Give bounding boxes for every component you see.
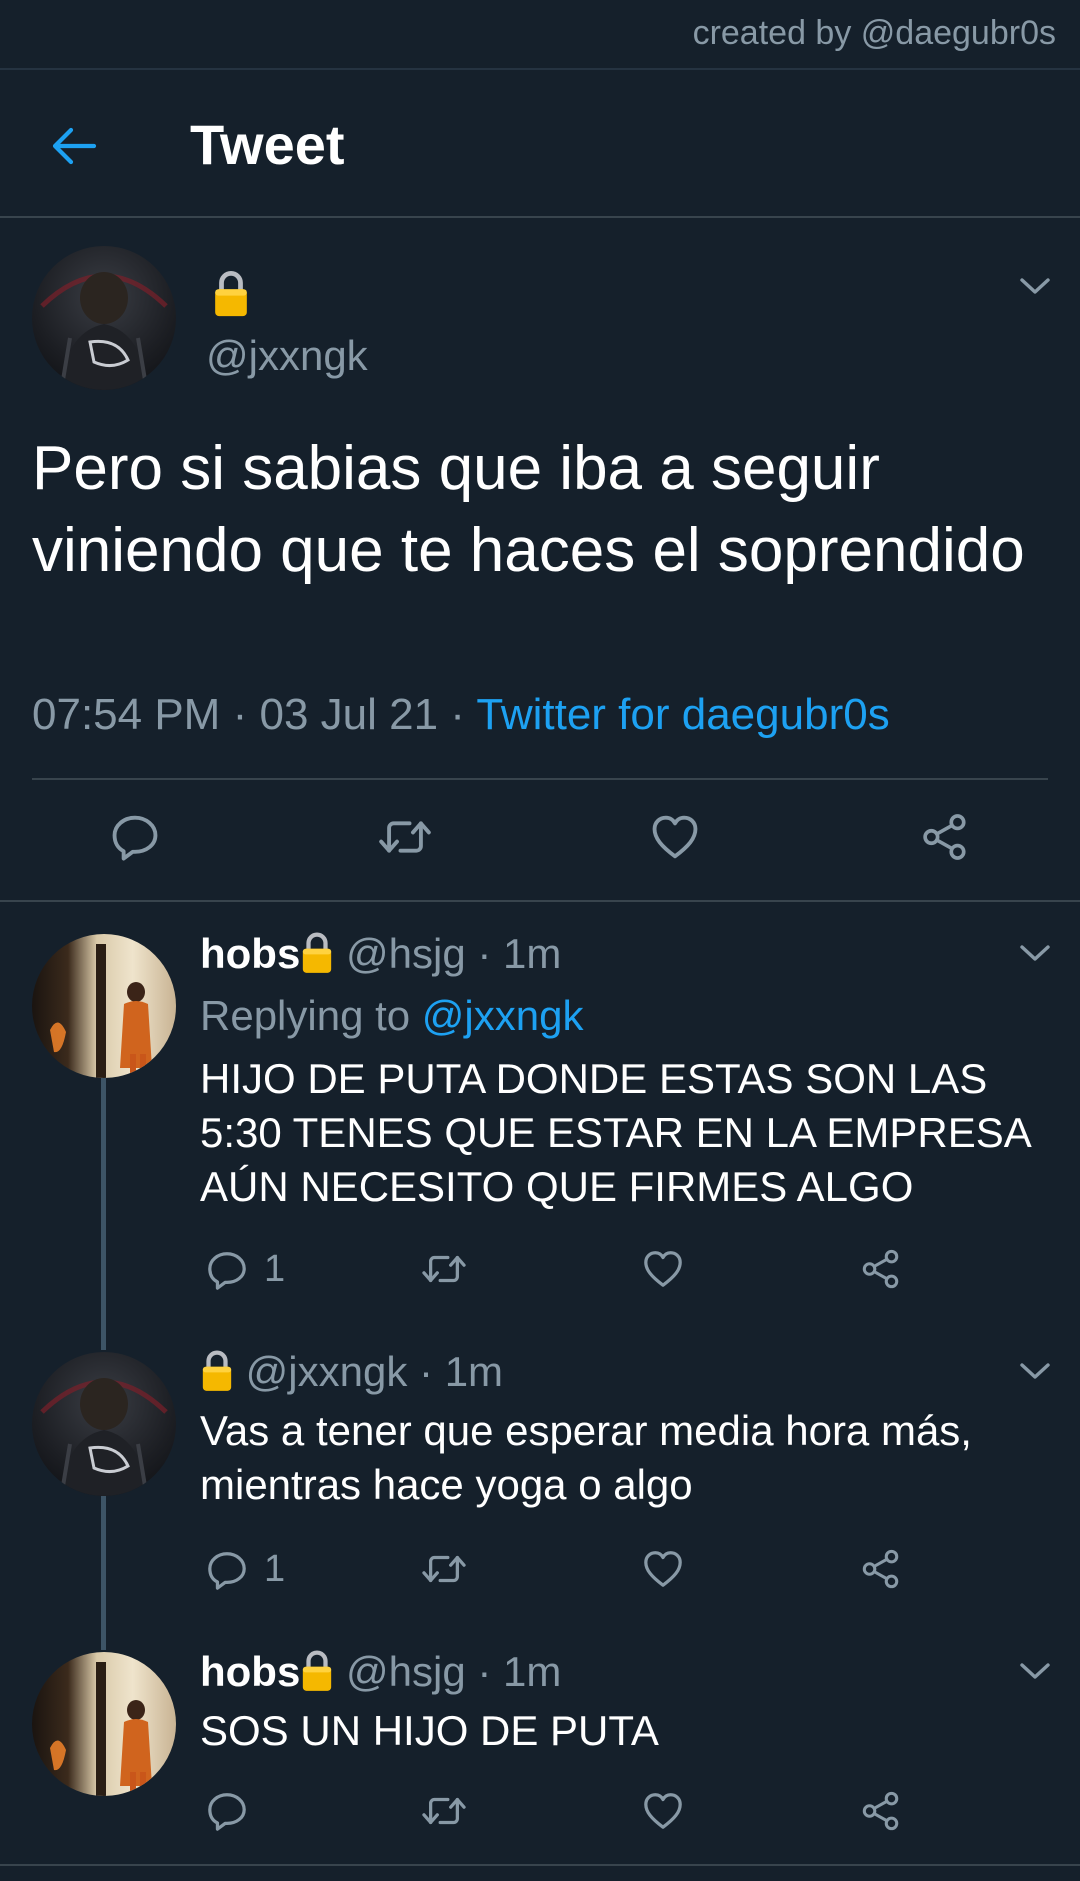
retweet-icon: [420, 1548, 468, 1590]
header-divider: [0, 216, 1080, 218]
tweet-age: 1m: [503, 1648, 562, 1695]
display-name[interactable]: hobs: [200, 930, 300, 977]
retweet-button[interactable]: [420, 1548, 468, 1590]
reply-header: @jxxngk · 1m: [200, 1348, 503, 1396]
section-divider: [0, 900, 1080, 902]
meta-separator: ·: [477, 930, 492, 977]
lock-icon: [200, 1349, 234, 1393]
reply-text: Vas a tener que esperar media hora más, …: [200, 1407, 972, 1508]
share-button[interactable]: [920, 812, 970, 862]
like-button[interactable]: [650, 812, 700, 862]
retweet-icon: [420, 1790, 468, 1832]
chevron-down-icon[interactable]: [1018, 275, 1052, 297]
avatar[interactable]: [32, 246, 176, 390]
like-icon: [650, 812, 700, 862]
reply-button[interactable]: 1: [206, 1248, 285, 1291]
share-button[interactable]: [860, 1790, 902, 1832]
back-arrow-icon: [52, 127, 97, 165]
tweet-date: 03 Jul 21: [259, 690, 439, 739]
share-icon: [860, 1248, 902, 1290]
reply-button[interactable]: [206, 1790, 248, 1832]
share-button[interactable]: [860, 1548, 902, 1590]
avatar[interactable]: [32, 934, 176, 1078]
main-tweet-text: Pero si sabias que iba a seguir viniendo…: [32, 434, 1025, 585]
replying-handle-link[interactable]: @jxxngk: [422, 992, 584, 1039]
reply-count: 1: [264, 1548, 286, 1590]
like-button[interactable]: [642, 1248, 684, 1290]
like-icon: [642, 1790, 684, 1832]
reply-button[interactable]: [110, 812, 160, 862]
thread-connector: [101, 1496, 106, 1650]
reply-count: 1: [264, 1248, 286, 1290]
bottom-divider: [0, 1864, 1080, 1866]
like-button[interactable]: [642, 1790, 684, 1832]
reply-text: HIJO DE PUTA DONDE ESTAS SON LAS 5:30 TE…: [200, 1055, 1030, 1210]
chevron-down-icon[interactable]: [1018, 1660, 1052, 1682]
share-icon: [860, 1548, 902, 1590]
user-handle[interactable]: @hsjg: [346, 1648, 466, 1695]
avatar[interactable]: [32, 1652, 176, 1796]
tweet-time: 07:54 PM: [32, 690, 221, 739]
replying-to: Replying to @jxxngk: [200, 992, 583, 1040]
avatar-photo: [40, 1378, 168, 1496]
retweet-button[interactable]: [376, 812, 434, 862]
reply-button[interactable]: 1: [206, 1548, 285, 1591]
meta-separator: ·: [450, 690, 465, 739]
avatar-photo: [50, 944, 152, 1078]
avatar[interactable]: [32, 1352, 176, 1496]
lock-icon: [212, 270, 250, 318]
avatar-photo: [40, 272, 168, 390]
like-icon: [642, 1548, 684, 1590]
reply-icon: [206, 1790, 248, 1832]
replying-prefix: Replying to: [200, 992, 411, 1039]
user-handle[interactable]: @hsjg: [346, 930, 466, 977]
chevron-down-icon[interactable]: [1018, 1360, 1052, 1382]
reply-icon: [206, 1249, 248, 1291]
reply-icon: [110, 812, 160, 862]
meta-divider: [32, 778, 1048, 780]
main-handle[interactable]: @jxxngk: [206, 332, 368, 380]
like-button[interactable]: [642, 1548, 684, 1590]
reply-text: SOS UN HIJO DE PUTA: [200, 1707, 659, 1754]
user-handle[interactable]: @jxxngk: [246, 1348, 408, 1395]
reply-header: hobs @hsjg · 1m: [200, 930, 561, 978]
meta-separator: ·: [477, 1648, 492, 1695]
share-icon: [920, 812, 970, 862]
reply-header: hobs @hsjg · 1m: [200, 1648, 561, 1696]
credit-watermark: created by @daegubr0s: [692, 14, 1056, 52]
tweet-age: 1m: [444, 1348, 504, 1395]
retweet-button[interactable]: [420, 1248, 468, 1290]
display-name[interactable]: hobs: [200, 1648, 300, 1695]
avatar-photo: [50, 1662, 152, 1796]
chevron-down-icon[interactable]: [1018, 942, 1052, 964]
tweet-age: 1m: [503, 930, 562, 977]
share-icon: [860, 1790, 902, 1832]
page-title: Tweet: [190, 113, 345, 176]
app-header: Tweet: [0, 70, 1080, 218]
tweet-meta: 07:54 PM · 03 Jul 21 · Twitter for daegu…: [32, 690, 890, 740]
retweet-icon: [376, 812, 434, 862]
share-button[interactable]: [860, 1248, 902, 1290]
lock-icon: [300, 1649, 334, 1693]
tweet-source-link[interactable]: Twitter for daegubr0s: [476, 690, 889, 739]
meta-separator: ·: [419, 1348, 434, 1395]
reply-icon: [206, 1549, 248, 1591]
retweet-icon: [420, 1248, 468, 1290]
thread-connector: [101, 1078, 106, 1350]
retweet-button[interactable]: [420, 1790, 468, 1832]
lock-icon: [300, 931, 334, 975]
meta-separator: ·: [232, 690, 248, 739]
like-icon: [642, 1248, 684, 1290]
back-button[interactable]: [44, 116, 104, 176]
